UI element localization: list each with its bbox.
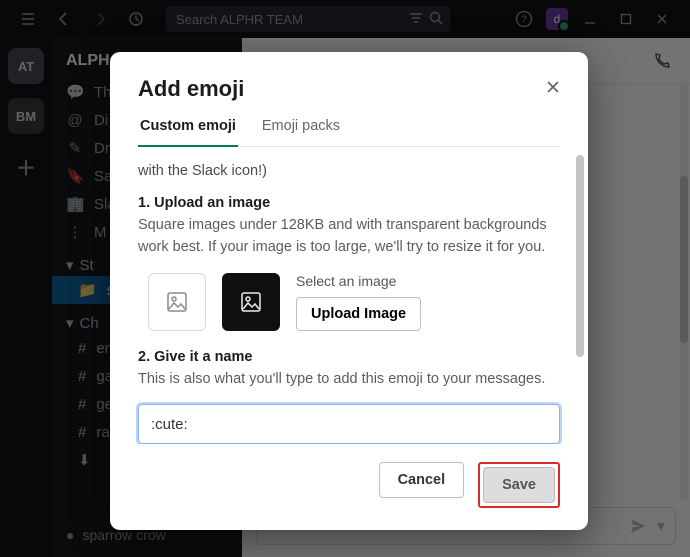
- add-emoji-modal: Add emoji Custom emoji Emoji packs with …: [110, 52, 588, 530]
- step2-title: 2. Give it a name: [138, 349, 560, 365]
- intro-line: with the Slack icon!): [138, 163, 560, 179]
- tab-custom-emoji[interactable]: Custom emoji: [138, 118, 238, 146]
- step1-title: 1. Upload an image: [138, 195, 560, 211]
- preview-dark: [222, 273, 280, 331]
- preview-light: [148, 273, 206, 331]
- select-image-label: Select an image: [296, 273, 421, 289]
- modal-scrollbar[interactable]: [576, 155, 584, 436]
- close-icon[interactable]: [538, 72, 568, 102]
- upload-image-button[interactable]: Upload Image: [296, 297, 421, 331]
- modal-body: with the Slack icon!) 1. Upload an image…: [110, 147, 588, 444]
- save-highlight: Save: [478, 462, 560, 508]
- modal-tabs: Custom emoji Emoji packs: [138, 118, 560, 147]
- modal-title: Add emoji: [138, 76, 560, 102]
- modal-footer: Cancel Save: [110, 444, 588, 530]
- save-button[interactable]: Save: [483, 467, 555, 503]
- tab-emoji-packs[interactable]: Emoji packs: [260, 118, 342, 146]
- scrollbar-thumb[interactable]: [576, 155, 584, 357]
- cancel-button[interactable]: Cancel: [379, 462, 465, 498]
- step1-subtitle: Square images under 128KB and with trans…: [138, 215, 560, 259]
- emoji-name-input[interactable]: [138, 404, 560, 444]
- step2-subtitle: This is also what you'll type to add thi…: [138, 369, 560, 391]
